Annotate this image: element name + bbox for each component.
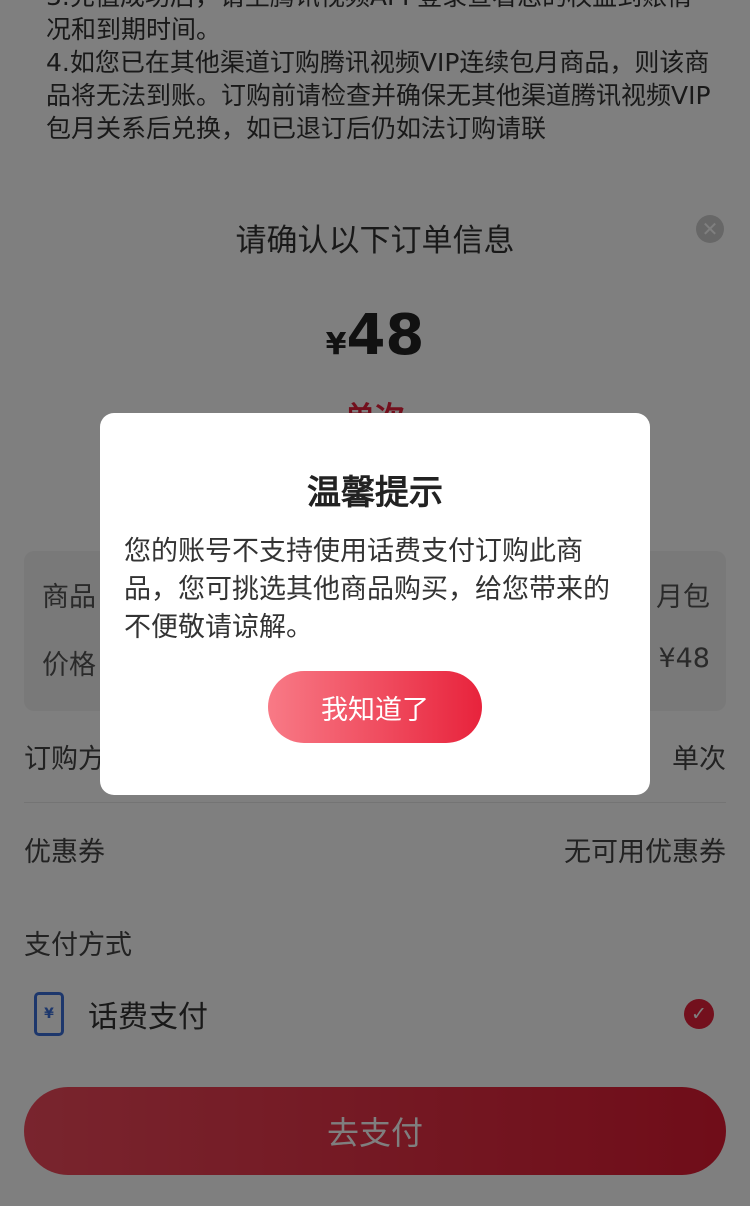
dialog-title: 温馨提示 xyxy=(307,473,443,513)
notice-dialog: 温馨提示 您的账号不支持使用话费支付订购此商品，您可挑选其他商品购买，给您带来的… xyxy=(100,413,650,795)
dialog-message: 您的账号不支持使用话费支付订购此商品，您可挑选其他商品购买，给您带来的不便敬请谅… xyxy=(124,536,610,643)
acknowledge-button[interactable]: 我知道了 xyxy=(268,671,482,743)
